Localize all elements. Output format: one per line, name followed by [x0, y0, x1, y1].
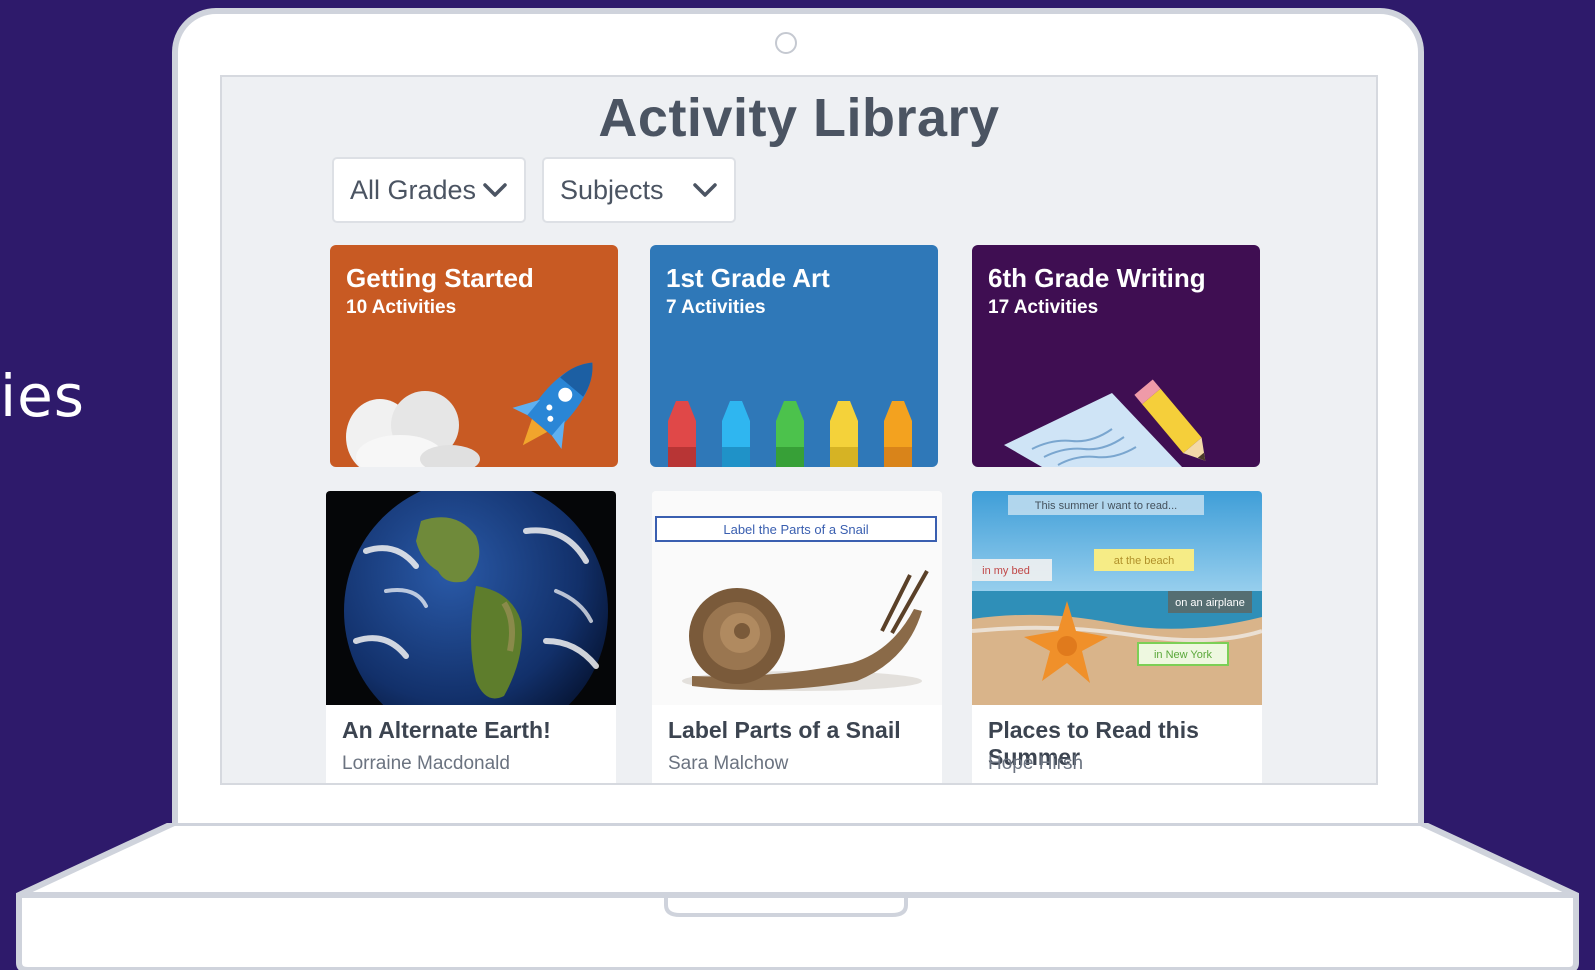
- grades-dropdown-label: All Grades: [350, 174, 477, 205]
- thumb-label: at the beach: [1114, 555, 1175, 567]
- activity-author: Sara Malchow: [668, 753, 789, 774]
- grades-dropdown[interactable]: All Grades: [332, 157, 526, 223]
- collection-card-6th-grade-writing[interactable]: 6th Grade Writing 17 Activities: [972, 245, 1260, 467]
- earth-image: [326, 491, 616, 705]
- subjects-dropdown[interactable]: Subjects: [542, 157, 736, 223]
- activity-title: An Alternate Earth!: [342, 717, 551, 743]
- snail-banner: Label the Parts of a Snail: [723, 522, 868, 537]
- collection-name: 1st Grade Art: [666, 263, 830, 293]
- activity-author: Hope Hirsh: [988, 753, 1084, 774]
- activity-card-snail[interactable]: Label the Parts of a Snail Label Parts o…: [652, 491, 942, 783]
- chevron-down-icon: [693, 183, 717, 197]
- beach-starfish-image: This summer I want to read... at the bea…: [972, 491, 1262, 705]
- laptop-screen: Activity Library All Grades Subjects Get…: [220, 75, 1378, 785]
- collection-count: 17 Activities: [988, 297, 1099, 318]
- collection-card-getting-started[interactable]: Getting Started 10 Activities: [330, 245, 618, 467]
- thumb-label: on an airplane: [1175, 597, 1245, 609]
- activity-title: Label Parts of a Snail: [668, 717, 901, 743]
- collection-name: Getting Started: [346, 263, 534, 293]
- collection-name: 6th Grade Writing: [988, 263, 1206, 293]
- thumb-label: in my bed: [982, 565, 1030, 577]
- laptop-base: [16, 823, 1579, 970]
- collection-count: 10 Activities: [346, 297, 457, 318]
- side-caption: ies: [0, 362, 86, 430]
- page-title: Activity Library: [598, 88, 1000, 148]
- activity-card-alternate-earth[interactable]: An Alternate Earth! Lorraine Macdonald: [326, 491, 616, 783]
- subjects-dropdown-label: Subjects: [560, 174, 664, 205]
- rocket-icon: [346, 362, 593, 467]
- pencil-paper-icon: [1004, 379, 1206, 467]
- crayons-icon: [668, 401, 912, 467]
- collection-count: 7 Activities: [666, 297, 766, 318]
- activity-author: Lorraine Macdonald: [342, 753, 510, 774]
- thumb-label: in New York: [1154, 649, 1213, 661]
- camera-icon: [775, 32, 797, 54]
- snail-image: Label the Parts of a Snail: [652, 491, 942, 705]
- chevron-down-icon: [483, 183, 507, 197]
- collection-card-1st-grade-art[interactable]: 1st Grade Art 7 Activities: [650, 245, 938, 467]
- activity-card-places-to-read[interactable]: This summer I want to read... at the bea…: [972, 491, 1262, 783]
- thumb-label: This summer I want to read...: [1035, 500, 1177, 512]
